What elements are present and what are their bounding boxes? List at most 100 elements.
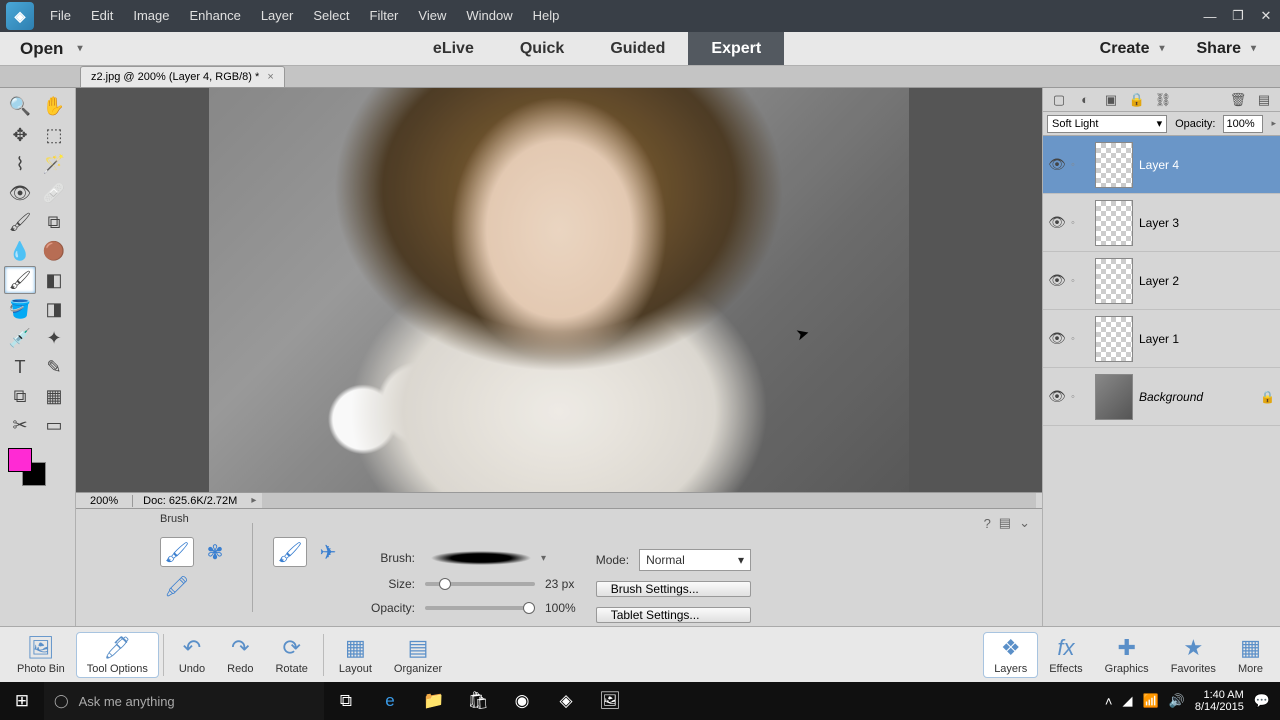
collapse-icon[interactable]: ⌄ <box>1019 515 1030 531</box>
tool-options-button[interactable]: 🖊Tool Options <box>76 632 159 678</box>
brush-settings-button[interactable]: Brush Settings... <box>596 581 751 597</box>
type-tool-icon[interactable]: T <box>4 353 36 381</box>
layer-thumbnail[interactable] <box>1095 142 1133 188</box>
marquee-tool-icon[interactable]: ⬚ <box>38 121 70 149</box>
layout-button[interactable]: ▦Layout <box>328 632 383 678</box>
menu-file[interactable]: File <box>40 0 81 32</box>
eyedropper-tool-icon[interactable]: 💉 <box>4 324 36 352</box>
lasso-tool-icon[interactable]: ⌇ <box>4 150 36 178</box>
layer-thumbnail[interactable] <box>1095 316 1133 362</box>
delete-layer-icon[interactable]: 🗑 <box>1228 91 1248 109</box>
smart-brush-tool-icon[interactable]: 🖌 <box>4 208 36 236</box>
help-icon[interactable]: ? <box>984 516 991 531</box>
photo-bin-button[interactable]: 🖼Photo Bin <box>6 632 76 678</box>
zoom-level[interactable]: 200% <box>76 495 132 507</box>
straighten-tool-icon[interactable]: ✂ <box>4 411 36 439</box>
opacity-arrow-icon[interactable]: ▸ <box>1271 118 1276 129</box>
canvas[interactable]: ➤ <box>76 88 1042 492</box>
tab-elive[interactable]: eLive <box>410 32 497 65</box>
link-icon[interactable]: ◦ <box>1071 159 1089 171</box>
layer-row[interactable]: 👁◦Background🔒 <box>1043 368 1280 426</box>
graphics-button[interactable]: ✚Graphics <box>1094 632 1160 678</box>
tab-guided[interactable]: Guided <box>587 32 688 65</box>
link-icon[interactable]: ◦ <box>1071 391 1089 403</box>
tab-quick[interactable]: Quick <box>497 32 587 65</box>
effects-button[interactable]: fxEffects <box>1038 632 1093 678</box>
shape-tool-icon[interactable]: ✦ <box>38 324 70 352</box>
brush-variant-impressionist-icon[interactable]: ✾ <box>198 537 232 567</box>
hand-tool-icon[interactable]: ✋ <box>38 92 70 120</box>
brush-mode-paint-icon[interactable]: 🖌 <box>273 537 307 567</box>
taskbar-search[interactable]: ◯ Ask me anything <box>44 682 324 720</box>
link-icon[interactable]: ◦ <box>1071 217 1089 229</box>
panel-options-icon[interactable]: ▤ <box>1254 91 1274 109</box>
tray-up-icon[interactable]: ˄ <box>1105 694 1113 709</box>
gradient-tool-icon[interactable]: ◨ <box>38 295 70 323</box>
menu-edit[interactable]: Edit <box>81 0 123 32</box>
layer-thumbnail[interactable] <box>1095 374 1133 420</box>
document-tab[interactable]: z2.jpg @ 200% (Layer 4, RGB/8) * × <box>80 66 285 87</box>
visibility-icon[interactable]: 👁 <box>1043 388 1071 405</box>
link-layers-icon[interactable]: ⛓ <box>1153 91 1173 109</box>
lock-layer-icon[interactable]: 🔒 <box>1127 91 1147 109</box>
menu-layer[interactable]: Layer <box>251 0 304 32</box>
menu-help[interactable]: Help <box>523 0 570 32</box>
sponge-tool-icon[interactable]: 🟤 <box>38 237 70 265</box>
redo-button[interactable]: ↷Redo <box>216 632 264 678</box>
foreground-color-swatch[interactable] <box>8 448 32 472</box>
spot-heal-tool-icon[interactable]: 🩹 <box>38 179 70 207</box>
tab-expert[interactable]: Expert <box>688 32 784 65</box>
blend-mode-dropdown[interactable]: Soft Light▾ <box>1047 115 1167 133</box>
layer-row[interactable]: 👁◦Layer 1 <box>1043 310 1280 368</box>
content-aware-tool-icon[interactable]: ▭ <box>38 411 70 439</box>
clock[interactable]: 1:40 AM 8/14/2015 <box>1195 689 1244 713</box>
tablet-settings-button[interactable]: Tablet Settings... <box>596 607 751 623</box>
lock-icon[interactable]: 🔒 <box>1260 390 1280 404</box>
menu-filter[interactable]: Filter <box>360 0 409 32</box>
layer-mask-icon[interactable]: ▣ <box>1101 91 1121 109</box>
undo-button[interactable]: ↶Undo <box>168 632 216 678</box>
brush-variant-standard-icon[interactable]: 🖌 <box>160 537 194 567</box>
share-button[interactable]: Share <box>1183 40 1271 58</box>
start-button[interactable]: ⊞ <box>0 682 44 720</box>
link-icon[interactable]: ◦ <box>1071 333 1089 345</box>
rotate-button[interactable]: ⟳Rotate <box>264 632 318 678</box>
create-button[interactable]: Create <box>1086 40 1179 58</box>
paint-bucket-tool-icon[interactable]: 🪣 <box>4 295 36 323</box>
link-icon[interactable]: ◦ <box>1071 275 1089 287</box>
crop-tool-icon[interactable]: ⧉ <box>4 382 36 410</box>
layer-row[interactable]: 👁◦Layer 4 <box>1043 136 1280 194</box>
blur-tool-icon[interactable]: 💧 <box>4 237 36 265</box>
opacity-slider[interactable] <box>425 606 535 610</box>
brush-preview[interactable] <box>425 549 537 567</box>
brush-variant-color-replace-icon[interactable]: 🖍 <box>160 571 194 601</box>
recompose-tool-icon[interactable]: ▦ <box>38 382 70 410</box>
wifi-icon[interactable]: 📶 <box>1143 693 1159 709</box>
size-slider[interactable] <box>425 582 535 586</box>
horizontal-scrollbar[interactable] <box>262 493 1036 509</box>
menu-view[interactable]: View <box>408 0 456 32</box>
visibility-icon[interactable]: 👁 <box>1043 330 1071 347</box>
brush-dropdown-icon[interactable]: ▾ <box>541 553 546 564</box>
brush-mode-airbrush-icon[interactable]: ✈ <box>311 537 345 567</box>
visibility-icon[interactable]: 👁 <box>1043 272 1071 289</box>
doc-info-arrow-icon[interactable]: ▸ <box>247 495 256 506</box>
new-layer-icon[interactable]: ▢ <box>1049 91 1069 109</box>
document-tab-close-icon[interactable]: × <box>267 71 273 83</box>
app-task-icon[interactable]: ◈ <box>544 682 588 720</box>
layers-button[interactable]: ❖Layers <box>983 632 1038 678</box>
pencil-tool-icon[interactable]: ✎ <box>38 353 70 381</box>
mode-dropdown[interactable]: Normal▾ <box>639 549 751 571</box>
menu-select[interactable]: Select <box>303 0 359 32</box>
layer-opacity-input[interactable]: 100% <box>1223 115 1263 133</box>
panel-menu-icon[interactable]: ▤ <box>999 515 1011 531</box>
favorites-button[interactable]: ★Favorites <box>1160 632 1227 678</box>
layer-thumbnail[interactable] <box>1095 200 1133 246</box>
menu-enhance[interactable]: Enhance <box>180 0 251 32</box>
maximize-button[interactable]: ❐ <box>1224 4 1252 28</box>
more-button[interactable]: ▦More <box>1227 632 1274 678</box>
move-tool-icon[interactable]: ✥ <box>4 121 36 149</box>
edge-icon[interactable]: e <box>368 682 412 720</box>
quick-select-tool-icon[interactable]: 🪄 <box>38 150 70 178</box>
organizer-button[interactable]: ▤Organizer <box>383 632 453 678</box>
